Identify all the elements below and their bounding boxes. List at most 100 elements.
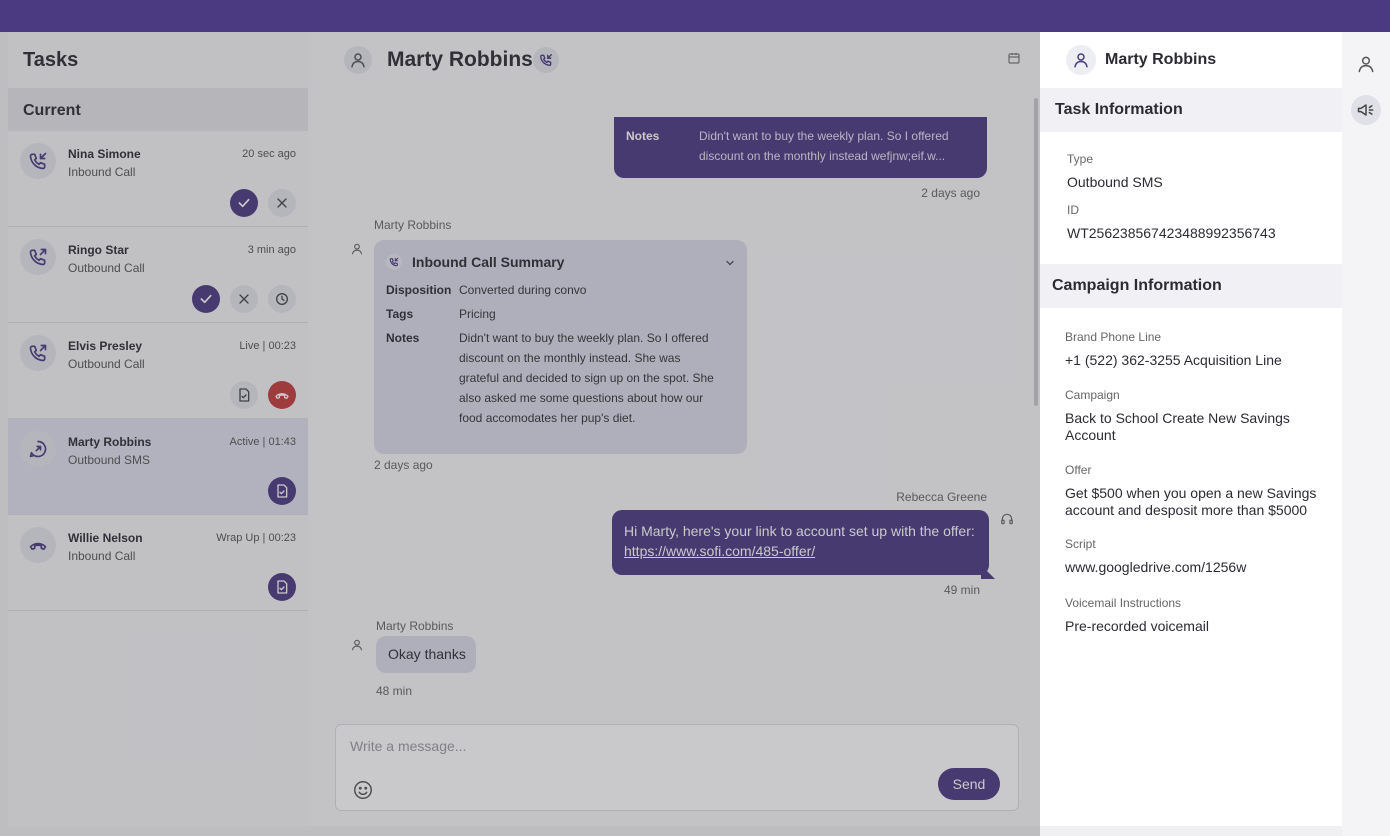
voicemail-value: Pre-recorded voicemail [1065, 618, 1209, 634]
offer-link[interactable]: https://www.sofi.com/485-offer/ [624, 543, 815, 559]
task-type: Outbound Call [68, 261, 145, 275]
notes-button[interactable] [268, 477, 296, 505]
task-time: Live | 00:23 [239, 340, 296, 352]
task-type: Outbound SMS [68, 453, 151, 467]
tags-value: Pricing [459, 307, 496, 321]
sms-outgoing-icon [20, 431, 56, 467]
task-item-ringo-star[interactable]: Ringo Star Outbound Call 3 min ago [8, 227, 308, 323]
tasks-section-label: Current [23, 102, 81, 119]
user-icon [1066, 45, 1096, 75]
close-icon [277, 198, 287, 208]
headset-icon [1001, 513, 1013, 525]
chevron-down-icon[interactable] [725, 258, 735, 268]
chat-panel: Marty Robbins Notes Didn't want to buy t… [308, 32, 1040, 826]
task-time: Wrap Up | 00:23 [216, 532, 296, 544]
section-title: Campaign Information [1052, 277, 1222, 294]
notes-line: discount on the monthly instead wefjnw;e… [699, 149, 946, 163]
document-check-icon [277, 484, 288, 498]
user-icon [351, 243, 363, 255]
notes-button[interactable] [230, 381, 258, 409]
document-check-icon [239, 388, 250, 402]
offer-line: account and desposit more than $5000 [1065, 502, 1308, 518]
message-inbound: Okay thanks [376, 636, 476, 673]
task-name: Elvis Presley [68, 339, 143, 353]
close-icon [239, 294, 249, 304]
task-time: 3 min ago [247, 244, 296, 256]
id-label: ID [1067, 203, 1079, 217]
task-time: Active | 01:43 [229, 436, 296, 448]
accept-button[interactable] [192, 285, 220, 313]
message-time: 48 min [376, 684, 413, 698]
check-icon [238, 198, 250, 208]
message-input[interactable] [350, 735, 910, 757]
task-item-willie-nelson[interactable]: Willie Nelson Inbound Call Wrap Up | 00:… [8, 515, 308, 611]
campaign-line: Account [1065, 427, 1116, 443]
contact-rail-button[interactable] [1351, 49, 1381, 79]
phone-incoming-icon [540, 54, 552, 66]
id-value: WT256238567423488992356743 [1067, 225, 1276, 241]
task-time: 20 sec ago [242, 148, 296, 160]
message-time: 2 days ago [921, 186, 980, 200]
campaign-line: Back to School Create New Savings [1065, 410, 1290, 426]
notes-line: food accomodates her pup's diet. [459, 411, 636, 425]
type-label: Type [1067, 152, 1094, 166]
call-button[interactable] [533, 47, 559, 73]
phone-hangup-icon [275, 393, 289, 399]
section-title: Task Information [1055, 101, 1183, 118]
message-outbound-summary: Notes Didn't want to buy the weekly plan… [614, 117, 987, 178]
brand-phone-label: Brand Phone Line [1065, 330, 1162, 344]
user-icon [351, 639, 363, 651]
chat-scrollbar[interactable] [1034, 98, 1038, 406]
task-name: Marty Robbins [68, 435, 152, 449]
snooze-button[interactable] [268, 285, 296, 313]
emoji-icon[interactable] [352, 779, 374, 801]
task-type: Inbound Call [68, 165, 136, 179]
message-sender: Marty Robbins [376, 619, 454, 633]
task-name: Willie Nelson [68, 531, 143, 545]
campaign-information-header: Campaign Information [1040, 264, 1342, 308]
script-value[interactable]: www.googledrive.com/1256w [1065, 559, 1246, 576]
send-button[interactable]: Send [938, 768, 1000, 800]
call-summary-card[interactable]: Inbound Call Summary Disposition Convert… [374, 240, 747, 454]
phone-incoming-icon [20, 143, 56, 179]
message-sender: Marty Robbins [374, 218, 452, 232]
message-time: 2 days ago [374, 458, 433, 472]
offer-label: Offer [1065, 463, 1092, 477]
task-name: Nina Simone [68, 147, 141, 161]
notes-label: Notes [386, 331, 420, 345]
task-item-marty-robbins[interactable]: Marty Robbins Outbound SMS Active | 01:4… [8, 419, 308, 515]
notes-line: also asked me some questions about how o… [459, 391, 704, 405]
task-information-header: Task Information [1040, 88, 1342, 132]
campaign-rail-button[interactable] [1351, 95, 1381, 125]
task-item-nina-simone[interactable]: Nina Simone Inbound Call 20 sec ago [8, 131, 308, 227]
notes-button[interactable] [268, 573, 296, 601]
brand-phone-value: +1 (522) 362-3255 Acquisition Line [1065, 352, 1282, 368]
offer-line: Get $500 when you open a new Savings [1065, 485, 1317, 501]
calendar-icon[interactable] [1008, 52, 1020, 64]
check-icon [200, 294, 212, 304]
message-text: Hi Marty, here's your link to account se… [624, 523, 975, 539]
decline-button[interactable] [230, 285, 258, 313]
tasks-panel: Tasks Current Nina Simone Inbound Call 2… [8, 32, 308, 826]
message-outbound-link: Hi Marty, here's your link to account se… [612, 510, 995, 579]
top-bar [0, 0, 1390, 32]
accept-button[interactable] [230, 189, 258, 217]
task-name: Ringo Star [68, 243, 129, 257]
campaign-value: Back to School Create New Savings Accoun… [1065, 410, 1290, 444]
document-check-icon [277, 580, 288, 594]
decline-button[interactable] [268, 189, 296, 217]
notes-label: Notes [626, 129, 660, 143]
tasks-section-current: Current [8, 88, 308, 131]
right-rail [1342, 32, 1390, 836]
clock-icon [276, 293, 288, 305]
hangup-button[interactable] [268, 381, 296, 409]
task-type: Outbound Call [68, 357, 145, 371]
offer-value: Get $500 when you open a new Savings acc… [1065, 485, 1316, 519]
task-item-elvis-presley[interactable]: Elvis Presley Outbound Call Live | 00:23 [8, 323, 308, 419]
disposition-label: Disposition [386, 283, 452, 297]
voicemail-label: Voicemail Instructions [1065, 596, 1182, 610]
phone-hangup-icon [20, 527, 56, 563]
user-icon [1358, 56, 1374, 73]
notes-line: Didn't want to buy the weekly plan. So I… [699, 129, 949, 143]
phone-outgoing-icon [20, 239, 56, 275]
